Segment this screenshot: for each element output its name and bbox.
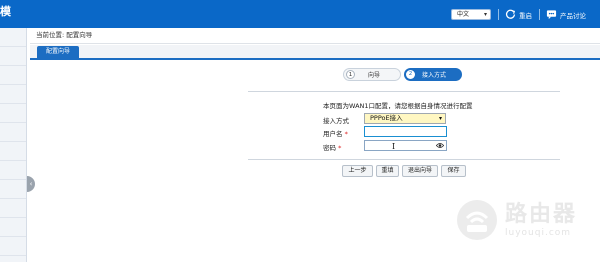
chevron-left-icon: ‹ xyxy=(29,180,33,188)
wizard-step-access-mode: 2 接入方式 xyxy=(404,68,462,81)
username-input[interactable] xyxy=(364,126,447,137)
watermark-title: 路由器 xyxy=(505,202,578,227)
save-button[interactable]: 保存 xyxy=(441,165,466,177)
sidebar-item[interactable] xyxy=(0,85,26,104)
watermark-text: 路由器 luyouqi.com xyxy=(505,202,577,238)
password-label: 密码 * xyxy=(323,142,341,152)
wizard-step-guide: 1 向导 xyxy=(343,68,401,81)
password-input[interactable] xyxy=(364,140,447,151)
brand-logo-fragment: 模 xyxy=(0,5,11,18)
password-label-text: 密码 xyxy=(323,144,336,152)
reset-button[interactable]: 重填 xyxy=(376,165,399,177)
divider xyxy=(30,43,600,44)
step-label: 向导 xyxy=(368,72,381,79)
sidebar-collapse-handle[interactable]: ‹ xyxy=(27,176,35,192)
username-label: 用户名 * xyxy=(323,128,348,138)
sidebar-item[interactable] xyxy=(0,199,26,218)
step-number: 1 xyxy=(346,70,355,79)
divider xyxy=(248,91,560,92)
form-description: 本页面为WAN1口配置，请您根据自身情况进行配置 xyxy=(323,102,473,110)
access-mode-label: 接入方式 xyxy=(323,117,349,125)
sidebar-item[interactable] xyxy=(0,104,26,123)
topbar-separator xyxy=(539,9,540,20)
topbar-separator xyxy=(498,9,499,20)
restart-icon xyxy=(505,9,516,19)
sidebar-item[interactable] xyxy=(0,123,26,142)
show-password-eye-icon[interactable] xyxy=(436,142,444,149)
language-select-value: 中文 xyxy=(457,11,470,18)
text-cursor-icon: I xyxy=(392,142,396,151)
breadcrumb: 当前位置: 配置向导 xyxy=(36,31,93,39)
tab-config-wizard[interactable]: 配置向导 xyxy=(37,46,79,58)
language-select[interactable]: 中文 ▾ xyxy=(451,9,491,20)
sidebar-item[interactable] xyxy=(0,28,26,47)
sidebar-item[interactable] xyxy=(0,161,26,180)
watermark-site: luyouqi.com xyxy=(505,228,572,238)
required-mark: * xyxy=(344,130,348,138)
left-sidebar xyxy=(0,28,27,262)
sidebar-item[interactable] xyxy=(0,237,26,256)
required-mark: * xyxy=(338,144,342,152)
sidebar-item[interactable] xyxy=(0,218,26,237)
restart-button[interactable]: 重启 xyxy=(505,8,532,21)
product-forum-label: 产品讨论 xyxy=(560,11,586,20)
router-logo-icon xyxy=(457,200,497,240)
username-label-text: 用户名 xyxy=(323,130,343,138)
step-label: 接入方式 xyxy=(422,72,447,79)
watermark: 路由器 luyouqi.com xyxy=(455,193,595,247)
chevron-down-icon: ▾ xyxy=(483,11,487,18)
access-mode-select[interactable]: PPPoE接入 ▾ xyxy=(364,113,446,124)
divider xyxy=(248,159,560,160)
exit-wizard-button[interactable]: 退出向导 xyxy=(402,165,438,177)
sidebar-item[interactable] xyxy=(0,47,26,66)
top-bar: 模 中文 ▾ 重启 产品讨论 xyxy=(0,0,600,28)
restart-label: 重启 xyxy=(519,11,532,20)
sidebar-item[interactable] xyxy=(0,180,26,199)
step-number: 2 xyxy=(406,70,415,79)
chevron-down-icon: ▾ xyxy=(438,115,442,122)
chat-bubble-icon xyxy=(546,10,557,20)
sidebar-item[interactable] xyxy=(0,66,26,85)
previous-step-button[interactable]: 上一步 xyxy=(342,165,373,177)
access-mode-value: PPPoE接入 xyxy=(370,114,403,122)
product-forum-button[interactable]: 产品讨论 xyxy=(546,8,586,21)
tab-bar: 配置向导 xyxy=(30,45,600,60)
sidebar-item[interactable] xyxy=(0,142,26,161)
